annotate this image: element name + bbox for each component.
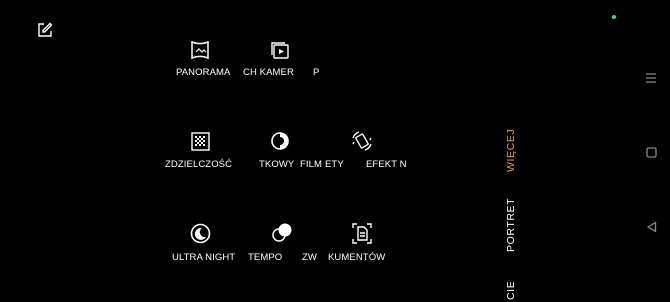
dual-camera-icon[interactable] [270, 40, 290, 60]
square-home-icon[interactable] [646, 147, 657, 158]
edit-icon[interactable] [37, 22, 53, 38]
tab-portret[interactable]: PORTRET [505, 198, 517, 252]
night-tones-icon[interactable] [270, 131, 290, 151]
tempo-icon[interactable] [271, 222, 293, 244]
effect-icon[interactable] [351, 131, 373, 151]
mode-szczegolowosc-label[interactable]: ZDZIELCZOŚĆ [165, 160, 232, 170]
mode-dual-camera-label[interactable]: CH KAMER [243, 68, 294, 78]
menu-icon[interactable] [645, 72, 657, 84]
mode-tkowy-label[interactable]: TKOWY [259, 160, 294, 170]
system-nav-bar [632, 0, 670, 302]
status-indicator-dot [612, 15, 616, 19]
tab-wiecej[interactable]: WIĘCEJ [505, 129, 517, 172]
mode-ety-label[interactable]: ETY [325, 160, 344, 170]
mode-efekt-label[interactable]: EFEKT N [366, 160, 407, 170]
mode-tempo-label[interactable]: TEMPO [248, 253, 282, 263]
mode-clip-label[interactable]: P [313, 68, 319, 78]
mode-ultra-night-label[interactable]: ULTRA NIGHT [172, 253, 235, 263]
mode-film-label[interactable]: FILM [300, 160, 322, 170]
back-triangle-icon[interactable] [646, 221, 657, 233]
high-resolution-icon[interactable] [191, 132, 210, 151]
tab-cie[interactable]: CIE [505, 281, 517, 300]
mode-panorama-label[interactable]: PANORAMA [176, 68, 230, 78]
mode-dokumentow-label[interactable]: KUMENTÓW [328, 253, 385, 263]
ultra-night-moon-icon[interactable] [190, 223, 211, 244]
mode-zw-label[interactable]: ZW [302, 253, 317, 263]
document-scan-icon[interactable] [352, 223, 372, 244]
panorama-icon[interactable] [190, 40, 210, 60]
